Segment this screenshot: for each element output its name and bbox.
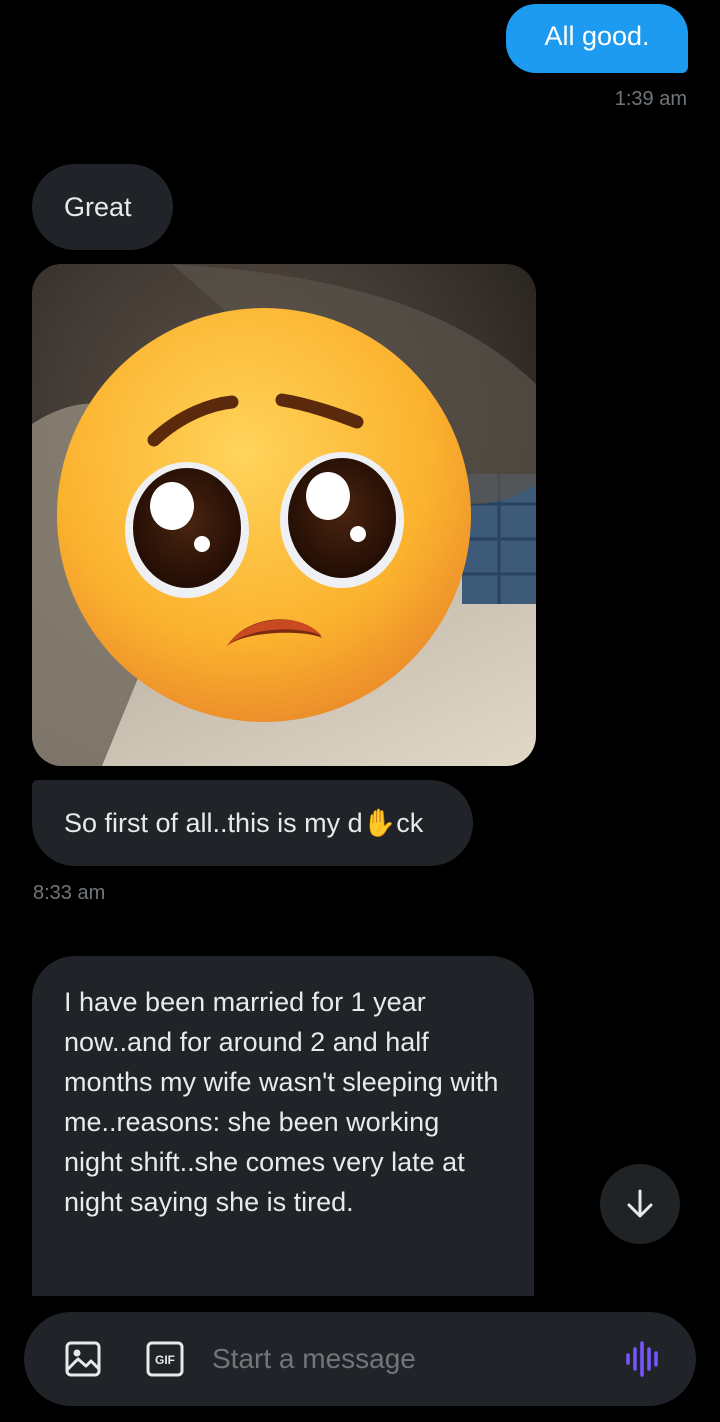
message-composer: GIF Start a message — [24, 1312, 696, 1406]
scroll-to-bottom-button[interactable] — [600, 1164, 680, 1244]
outgoing-message-bubble[interactable]: All good. — [506, 4, 688, 73]
incoming-message-bubble[interactable]: So first of all..this is my d✋ck — [32, 780, 473, 866]
gif-label: GIF — [155, 1353, 175, 1367]
message-text: So first of all..this is my d✋ck — [64, 808, 424, 838]
gif-icon: GIF — [146, 1341, 184, 1377]
conversation-thread: All good. 1:39 am Great So first of all.… — [0, 0, 720, 1296]
voice-message-button[interactable] — [624, 1340, 664, 1378]
add-gif-button[interactable]: GIF — [146, 1340, 184, 1378]
incoming-message-bubble[interactable]: I have been married for 1 year now..and … — [32, 956, 534, 1296]
voice-waveform-icon — [626, 1341, 658, 1377]
message-input[interactable]: Start a message — [212, 1342, 416, 1376]
image-icon — [65, 1341, 101, 1377]
message-text: All good. — [544, 21, 650, 51]
message-timestamp: 1:39 am — [614, 88, 687, 110]
message-text: Great — [64, 192, 132, 222]
message-timestamp: 8:33 am — [33, 882, 106, 904]
image-message[interactable] — [32, 264, 536, 766]
message-text: I have been married for 1 year now..and … — [64, 987, 499, 1217]
incoming-message-bubble[interactable]: Great — [32, 164, 173, 250]
photo-image — [32, 264, 536, 766]
add-image-button[interactable] — [64, 1340, 102, 1378]
arrow-down-icon — [627, 1189, 653, 1218]
